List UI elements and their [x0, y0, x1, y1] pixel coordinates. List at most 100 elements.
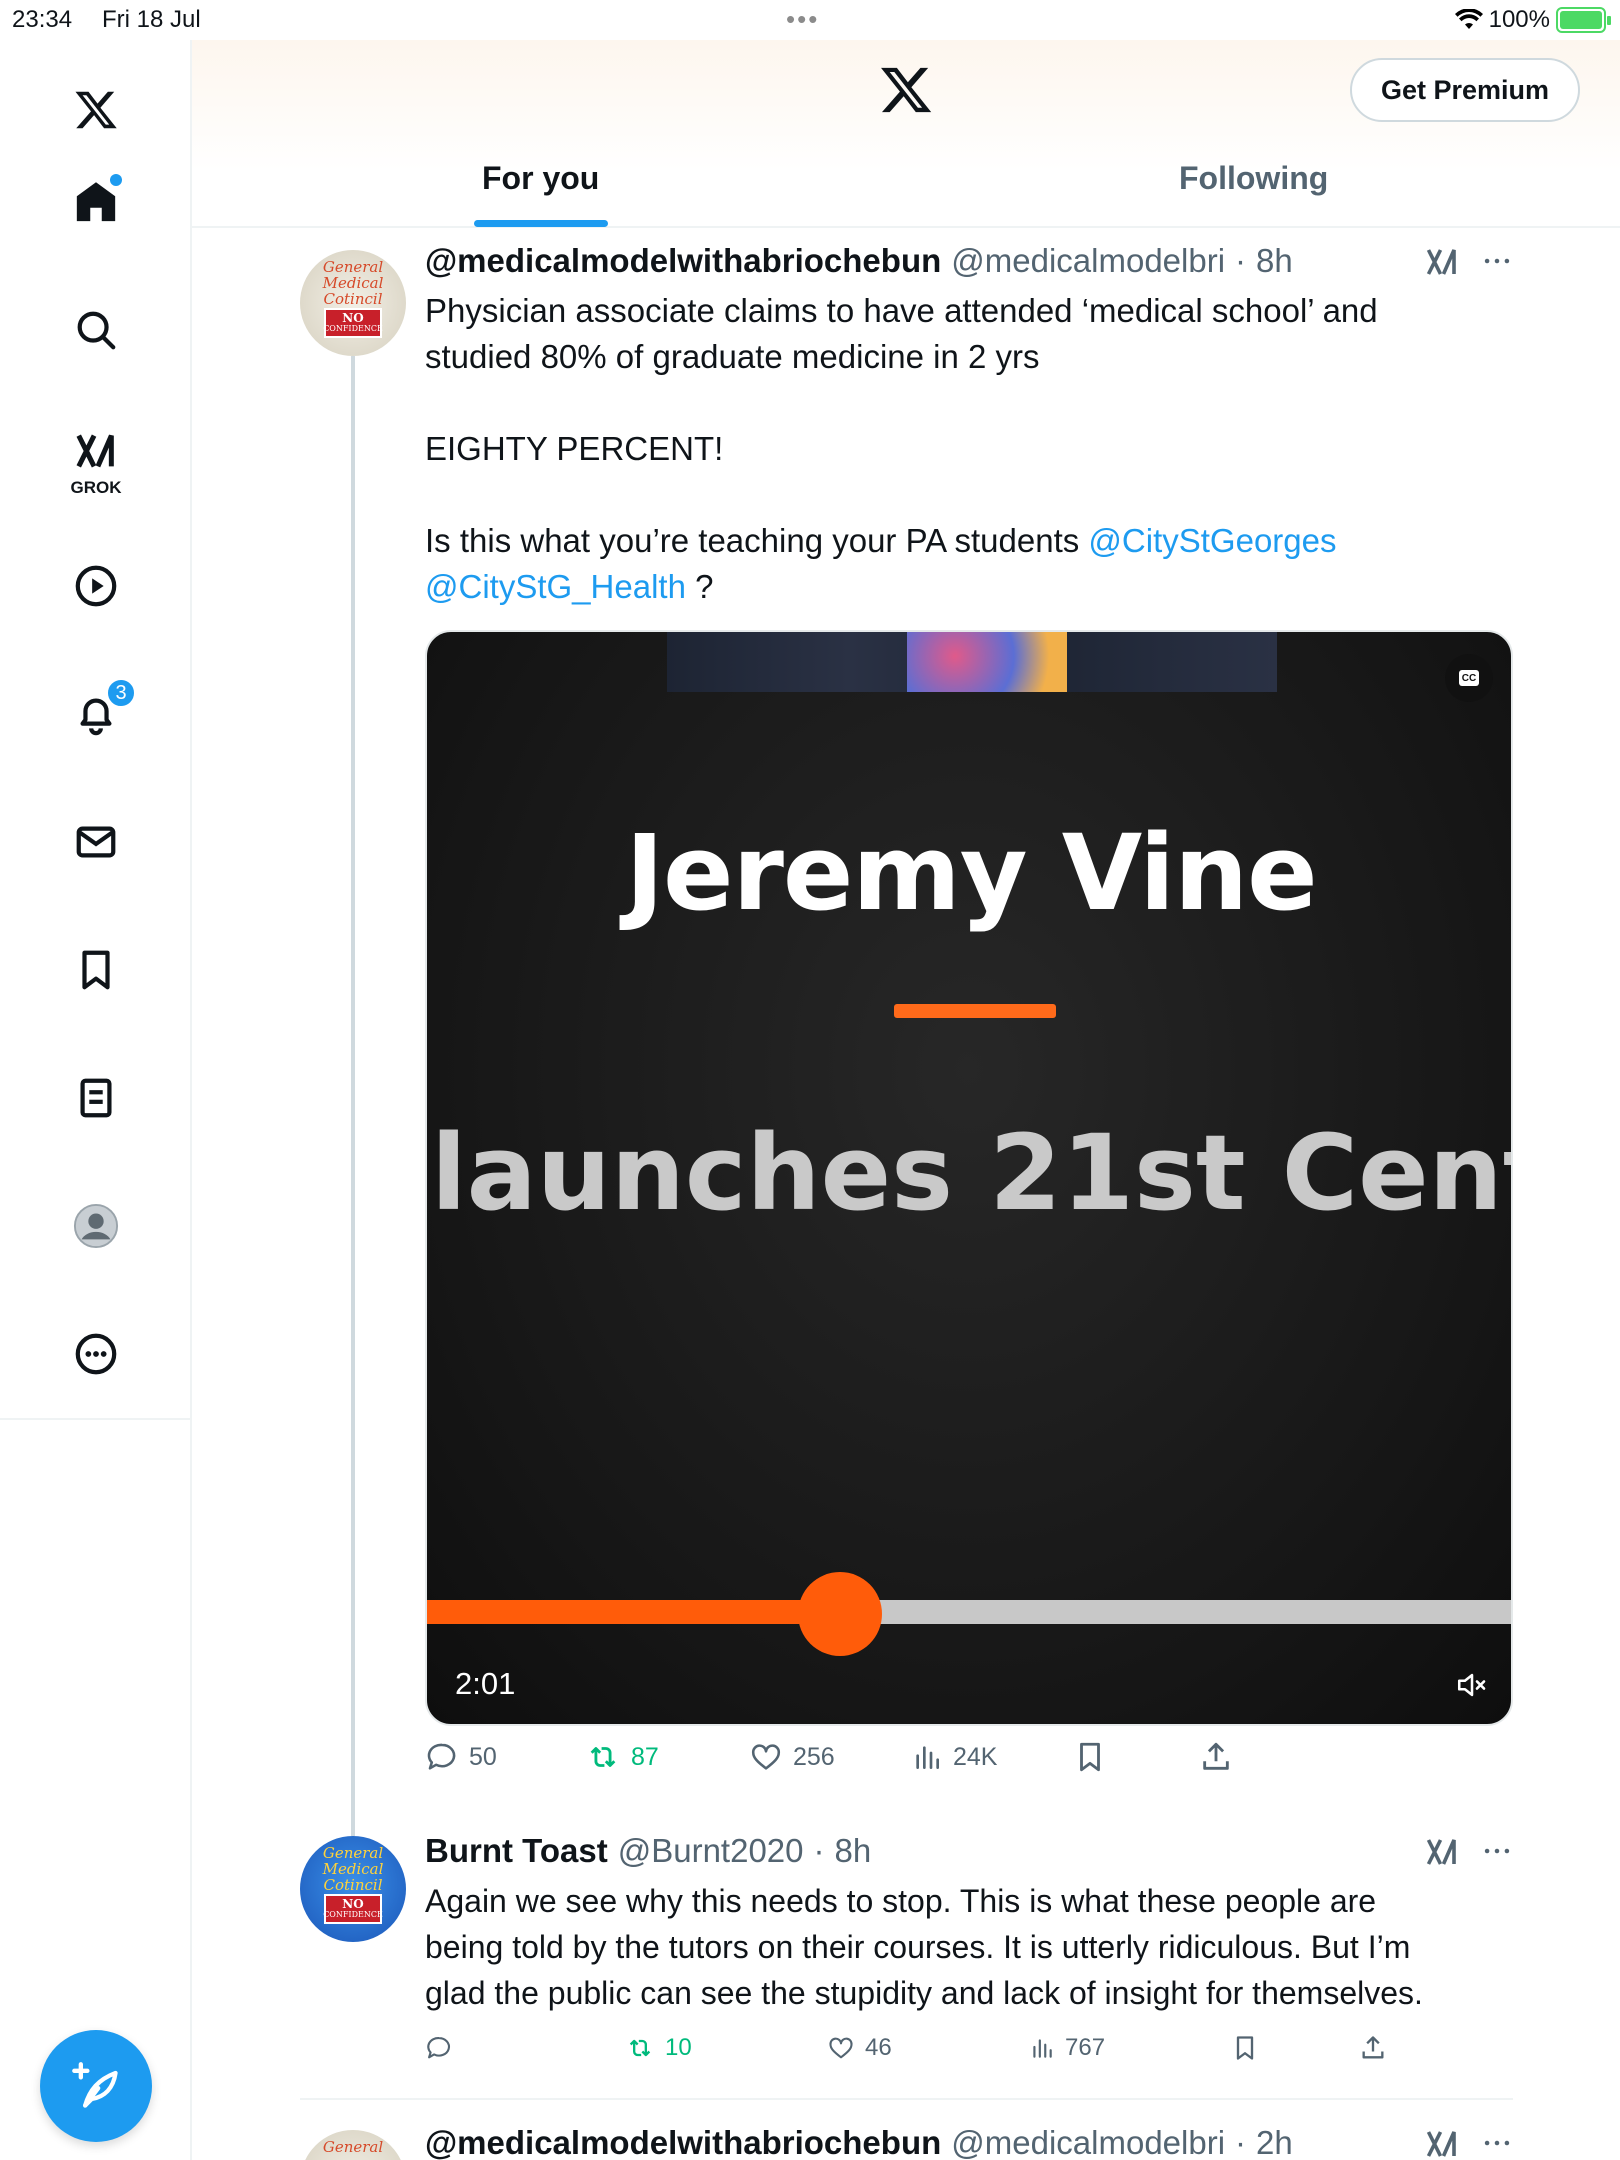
status-time: 23:34	[12, 6, 73, 33]
avatar	[73, 1203, 119, 1249]
sidebar-item-notifications[interactable]: 3	[56, 674, 136, 754]
reply-icon	[427, 2037, 451, 2059]
bookmark-icon	[82, 950, 110, 990]
reply-icon	[427, 1743, 456, 1770]
repost-count: 10	[665, 2034, 692, 2061]
views-chart-icon	[916, 1746, 939, 1769]
bookmark-button[interactable]	[1231, 2034, 1259, 2062]
sidebar-item-lists[interactable]	[56, 1058, 136, 1138]
sidebar: GROK 3	[0, 40, 192, 2160]
views-button[interactable]: 767	[1029, 2034, 1105, 2062]
video-title-text: Jeremy Vine	[625, 812, 1317, 934]
share-button[interactable]	[1199, 1740, 1233, 1774]
tweet-separator	[300, 2098, 1513, 2100]
tweet-actions: 50 87 256 24K	[425, 1740, 1525, 1790]
x-logo-icon[interactable]	[878, 62, 934, 118]
more-options-icon[interactable]	[1480, 1834, 1514, 1868]
sidebar-item-home[interactable]	[56, 162, 136, 242]
wifi-icon	[1454, 9, 1483, 29]
avatar[interactable]: General Medical Cotincil NO CONFIDENCE	[300, 250, 406, 356]
tweet-timestamp[interactable]: 2h	[1256, 2124, 1293, 2160]
sidebar-item-profile[interactable]	[56, 1186, 136, 1266]
reply-button[interactable]: 50	[425, 1740, 497, 1774]
repost-icon	[629, 2039, 651, 2057]
like-count: 256	[793, 1742, 835, 1771]
get-premium-button[interactable]: Get Premium	[1350, 58, 1580, 122]
reply-button[interactable]	[425, 2034, 463, 2062]
sidebar-item-bookmarks[interactable]	[56, 930, 136, 1010]
sidebar-item-more[interactable]	[56, 1314, 136, 1394]
grok-explain-icon[interactable]	[1424, 244, 1460, 280]
heart-icon	[751, 1744, 781, 1770]
grok-icon	[76, 434, 114, 468]
tweet-author-handle[interactable]: @medicalmodelbri	[951, 242, 1225, 280]
bookmark-button[interactable]	[1073, 1740, 1107, 1774]
like-button[interactable]: 256	[749, 1740, 835, 1774]
tweet-actions: 10 46 767	[425, 2034, 1525, 2084]
tweet-author-handle[interactable]: @Burnt2020	[618, 1832, 804, 1870]
active-tab-indicator	[474, 220, 608, 227]
sidebar-item-video[interactable]	[56, 546, 136, 626]
search-icon	[77, 311, 116, 350]
tweet-author-name[interactable]: @medicalmodelwithabriochebun	[425, 2124, 941, 2160]
tab-for-you[interactable]: For you	[482, 160, 599, 197]
tweet-timestamp[interactable]: 8h	[1256, 242, 1293, 280]
repost-button[interactable]: 10	[625, 2034, 692, 2062]
avatar[interactable]: General Medical Cotincil NO CONFIDENCE	[300, 1836, 406, 1942]
bookmark-icon	[1236, 2036, 1254, 2060]
bookmark-icon	[1080, 1742, 1100, 1772]
home-unread-dot	[110, 174, 122, 186]
mention-link[interactable]: @CityStGeorges	[1088, 522, 1336, 559]
video-scrubber-handle[interactable]	[798, 1572, 883, 1656]
heart-icon	[829, 2037, 853, 2059]
home-icon	[76, 182, 116, 222]
grok-explain-icon[interactable]	[1424, 2126, 1460, 2160]
like-button[interactable]: 46	[827, 2034, 892, 2062]
tab-following[interactable]: Following	[1179, 160, 1328, 197]
repost-count: 87	[631, 1742, 659, 1771]
reply-count: 50	[469, 1742, 497, 1771]
sidebar-item-grok[interactable]: GROK	[56, 418, 136, 498]
captions-icon: CC	[1459, 670, 1479, 686]
sidebar-item-search[interactable]	[56, 290, 136, 370]
envelope-icon	[76, 826, 116, 858]
more-options-icon[interactable]	[1480, 2126, 1514, 2160]
more-circle-icon	[75, 1333, 117, 1375]
tweet-author-name[interactable]: Burnt Toast	[425, 1832, 608, 1870]
grok-explain-icon[interactable]	[1424, 1834, 1460, 1870]
tweet-author-handle[interactable]: @medicalmodelbri	[951, 2124, 1225, 2160]
battery-icon	[1556, 7, 1611, 33]
video-progress-fill	[427, 1600, 841, 1624]
share-icon	[1362, 2036, 1384, 2059]
mention-link[interactable]: @CityStG_Health	[425, 568, 686, 605]
mute-icon[interactable]	[1455, 1668, 1489, 1702]
view-count: 767	[1065, 2034, 1106, 2061]
video-player[interactable]: CC Jeremy Vine launches 21st Centu 2:01	[425, 630, 1513, 1726]
list-document-icon	[80, 1078, 112, 1118]
repost-button[interactable]: 87	[585, 1740, 659, 1774]
x-logo-icon[interactable]	[56, 70, 136, 150]
view-count: 24K	[953, 1742, 998, 1771]
tweet-header: Burnt Toast @Burnt2020 · 8h	[425, 1832, 872, 1870]
tweet-header: @medicalmodelwithabriochebun @medicalmod…	[425, 2124, 1293, 2160]
compose-post-button[interactable]	[40, 2030, 152, 2142]
tweet-body: Physician associate claims to have atten…	[425, 292, 1378, 605]
status-bar: 23:34 Fri 18 Jul ••• 100%	[0, 0, 1620, 40]
share-button[interactable]	[1359, 2034, 1387, 2062]
sidebar-item-messages[interactable]	[56, 802, 136, 882]
status-right: 100%	[1454, 6, 1611, 34]
more-options-icon[interactable]	[1480, 244, 1514, 278]
captions-button[interactable]: CC	[1445, 654, 1493, 702]
views-button[interactable]: 24K	[911, 1740, 997, 1774]
tweet-timestamp[interactable]: 8h	[835, 1832, 872, 1870]
views-chart-icon	[1033, 2039, 1052, 2058]
video-time: 2:01	[455, 1666, 516, 1701]
grok-label: GROK	[70, 478, 122, 497]
thread-connector-line	[351, 356, 355, 1836]
avatar[interactable]: General	[300, 2130, 406, 2160]
repost-icon	[590, 1747, 616, 1767]
tweet-author-name[interactable]: @medicalmodelwithabriochebun	[425, 242, 941, 280]
sidebar-divider	[0, 1418, 192, 1420]
timeline-header: Get Premium For you Following	[192, 40, 1620, 228]
multitasking-dots-icon[interactable]: •••	[786, 4, 819, 35]
